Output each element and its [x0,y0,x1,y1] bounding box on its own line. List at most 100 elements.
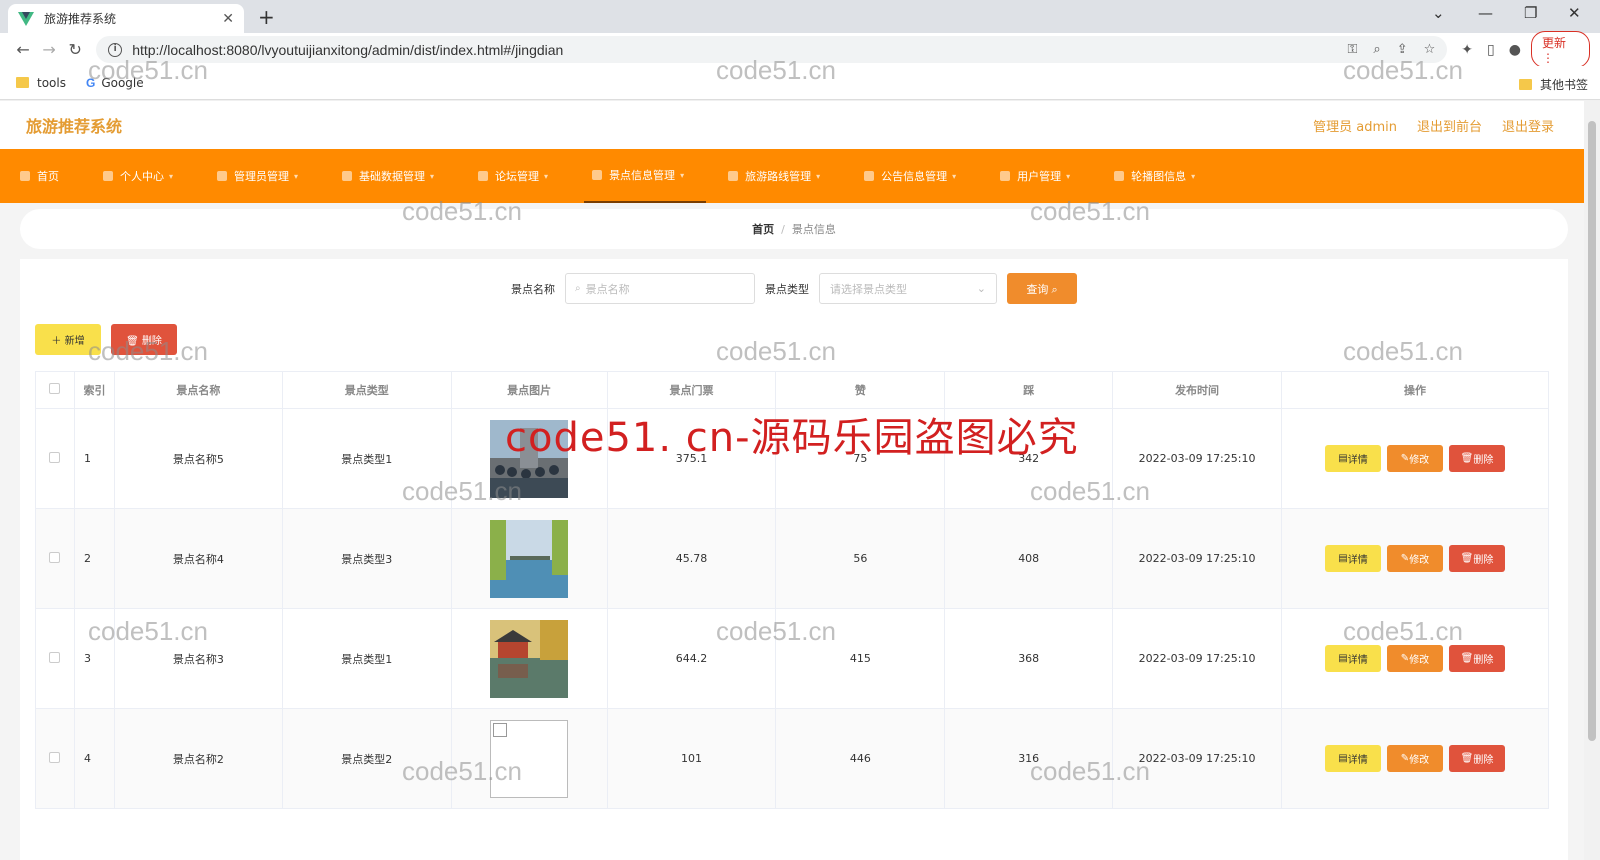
table-row: 2 景点名称4 景点类型3 45.78 56 408 2022-03-09 17:25:10… [35,508,1549,609]
row-name: 景点名称3 [113,608,283,709]
breadcrumb-separator: / [781,222,785,236]
share-icon[interactable]: ⇪ [1397,42,1408,57]
menu-base-data[interactable]: 基础数据管理 ▾ [334,149,456,203]
detail-button[interactable]: ▤ 详情 [1325,545,1381,572]
menu-notice[interactable]: 公告信息管理 ▾ [856,149,978,203]
update-button[interactable]: 更新 ⋮ [1530,31,1591,68]
col-image: 景点图片 [450,371,608,409]
admin-user-link[interactable]: 管理员 admin [1313,116,1397,135]
row-actions: ▤ 详情 ✎ 修改 🗑 删除 [1281,508,1549,609]
browser-tab[interactable]: 旅游推荐系统 ✕ [8,4,244,33]
row-time: 2022-03-09 17:25:10 [1112,708,1282,809]
edit-button[interactable]: ✎ 修改 [1387,645,1443,672]
edit-button[interactable]: ✎ 修改 [1387,745,1443,772]
main-menu: 首页 个人中心 ▾ 管理员管理 ▾ 基础数据管理 ▾ 论坛管理 ▾ 景点信息管理 ▾ 旅游… [0,149,1584,203]
vue-logo-icon [18,11,34,26]
forward-icon[interactable]: → [36,40,62,59]
sidepanel-icon[interactable]: ▯ [1487,42,1495,58]
select-all-checkbox[interactable] [35,371,75,409]
menu-profile[interactable]: 个人中心 ▾ [95,149,195,203]
row-checkbox[interactable] [35,708,75,809]
table-row: 4 景点名称2 景点类型2 101 446 316 2022-03-09 17:25:10 ▤… [35,708,1549,809]
new-tab-icon[interactable]: + [258,5,275,29]
name-search-input[interactable]: ⌕ 景点名称 [565,273,755,304]
row-likes: 446 [775,708,946,809]
delete-button[interactable]: 🗑 删除 [1449,745,1505,772]
edit-button[interactable]: ✎ 修改 [1387,545,1443,572]
row-index: 1 [73,408,115,509]
app-header: 旅游推荐系统 管理员 admin 退出到前台 退出登录 [0,101,1584,149]
breadcrumb-home[interactable]: 首页 [752,221,774,237]
app-root: 旅游推荐系统 管理员 admin 退出到前台 退出登录 首页 个人中心 ▾ 管理员… [0,101,1584,860]
google-icon: G [85,75,96,90]
route-icon [728,171,739,181]
col-time: 发布时间 [1112,371,1282,409]
edit-button[interactable]: ✎ 修改 [1387,445,1443,472]
row-checkbox[interactable] [35,408,75,509]
exit-to-frontend-link[interactable]: 退出到前台 [1417,116,1482,135]
home-icon [20,171,30,181]
row-actions: ▤ 详情 ✎ 修改 🗑 删除 [1281,608,1549,709]
url-field[interactable]: i http://localhost:8080/lvyoutuijianxito… [96,36,1448,63]
bookmark-tools[interactable]: tools [16,76,66,90]
col-index: 索引 [73,371,115,409]
logout-link[interactable]: 退出登录 [1502,116,1554,135]
row-time: 2022-03-09 17:25:10 [1112,608,1282,709]
page-scrollbar[interactable] [1584,101,1600,860]
menu-users[interactable]: 用户管理 ▾ [992,149,1092,203]
delete-button[interactable]: 🗑 删除 [1449,445,1505,472]
row-index: 2 [73,508,115,609]
url-text[interactable]: http://localhost:8080/lvyoutuijianxitong… [132,42,1347,58]
minimize-icon[interactable]: — [1478,4,1493,22]
info-icon[interactable]: i [108,42,123,57]
menu-route[interactable]: 旅游路线管理 ▾ [720,149,842,203]
profile-icon[interactable]: ● [1509,42,1521,58]
detail-button[interactable]: ▤ 详情 [1325,445,1381,472]
table-header-row: 索引 景点名称 景点类型 景点图片 景点门票 赞 踩 发布时间 操作 [35,371,1549,409]
detail-button[interactable]: ▤ 详情 [1325,745,1381,772]
key-icon[interactable]: ⚿ [1348,42,1358,57]
row-dislikes: 408 [944,508,1114,609]
folder-icon [16,77,29,88]
reload-icon[interactable]: ↻ [62,40,88,59]
back-icon[interactable]: ← [10,40,36,59]
menu-admin[interactable]: 管理员管理 ▾ [209,149,320,203]
zoom-icon[interactable]: ⌕ [1373,42,1380,57]
address-bar: ← → ↻ i http://localhost:8080/lvyoutuiji… [0,31,1600,68]
add-button[interactable]: ＋ 新增 [35,324,101,355]
restore-icon[interactable]: ❐ [1524,4,1537,22]
bookmarks-bar: tools G Google 其他书签 [0,66,1600,100]
row-price: 375.1 [606,408,777,509]
bookmark-google[interactable]: G Google [86,76,144,90]
row-checkbox[interactable] [35,508,75,609]
name-label: 景点名称 [511,282,555,296]
other-bookmarks[interactable]: 其他书签 [1518,76,1588,93]
row-likes: 56 [775,508,946,609]
menu-forum[interactable]: 论坛管理 ▾ [470,149,570,203]
menu-home[interactable]: 首页 [12,149,81,203]
batch-delete-button[interactable]: 🗑 删除 [111,324,177,355]
menu-scenic[interactable]: 景点信息管理 ▾ [584,149,707,203]
detail-button[interactable]: ▤ 详情 [1325,645,1381,672]
window-close-icon[interactable]: ✕ [1568,4,1581,22]
row-actions: ▤ 详情 ✎ 修改 🗑 删除 [1281,408,1549,509]
folder-icon [1518,79,1532,90]
type-select[interactable]: 请选择景点类型 ⌄ [819,273,997,304]
tab-title: 旅游推荐系统 [44,12,117,26]
browser-tabstrip: 旅游推荐系统 ✕ + ⌄ — ❐ ✕ [0,0,1600,33]
star-icon[interactable]: ☆ [1424,42,1436,57]
delete-button[interactable]: 🗑 删除 [1449,545,1505,572]
col-likes: 赞 [775,371,946,409]
extensions-icon[interactable]: ✦ [1461,42,1473,58]
menu-carousel[interactable]: 轮播图信息 ▾ [1106,149,1217,203]
row-actions: ▤ 详情 ✎ 修改 🗑 删除 [1281,708,1549,809]
query-button[interactable]: 查询 ⌕ [1007,273,1077,304]
delete-button[interactable]: 🗑 删除 [1449,645,1505,672]
row-checkbox[interactable] [35,608,75,709]
close-icon[interactable]: ✕ [222,11,234,27]
notice-icon [864,171,875,181]
row-price: 644.2 [606,608,777,709]
chevron-down-icon[interactable]: ⌄ [1432,4,1445,22]
type-label: 景点类型 [765,282,809,296]
col-price: 景点门票 [606,371,777,409]
